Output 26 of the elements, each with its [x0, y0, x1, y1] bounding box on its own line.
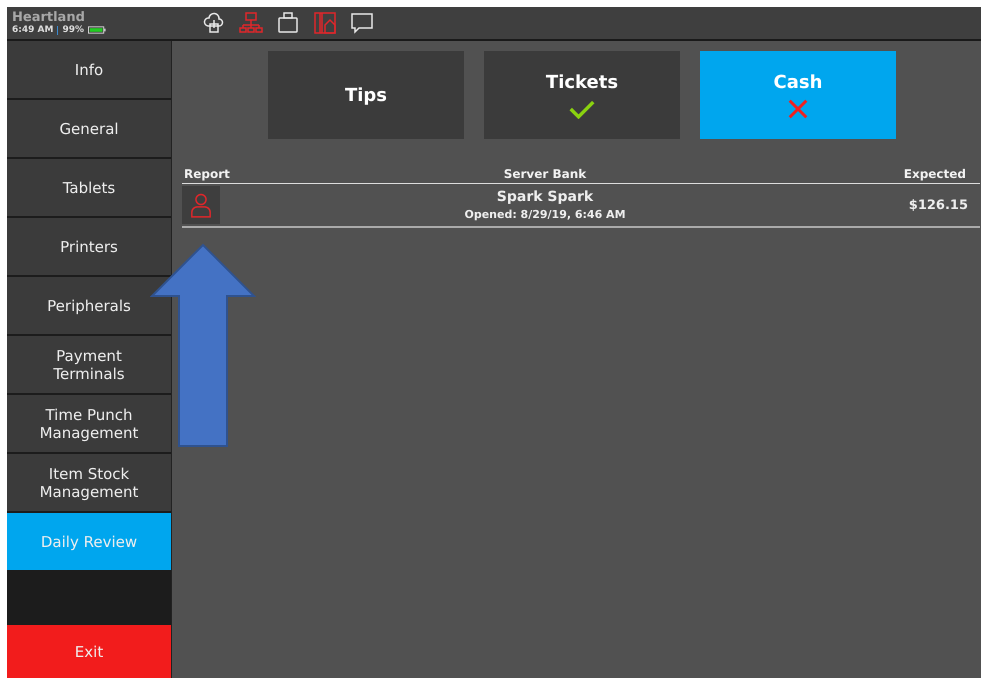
sidebar-item[interactable]: Peripherals	[7, 277, 171, 334]
server-name: Spark Spark	[496, 189, 594, 205]
tab[interactable]: Tips	[268, 51, 464, 139]
tab[interactable]: Tickets	[484, 51, 680, 139]
opened-date: Opened: 8/29/19, 6:46 AM	[464, 208, 626, 221]
sidebar-item[interactable]: General	[7, 100, 171, 157]
sidebar-item[interactable]: Printers	[7, 218, 171, 275]
checkmark-icon	[569, 98, 595, 118]
sidebar-item[interactable]: Item Stock Management	[7, 454, 171, 511]
exit-button[interactable]: Exit	[7, 625, 171, 678]
column-header: Report	[184, 167, 231, 181]
cloud-icon[interactable]	[202, 11, 226, 35]
person-icon	[190, 191, 212, 219]
clock-time: 6:49 AM	[12, 25, 54, 35]
column-header: Expected	[902, 167, 967, 181]
sidebar-item[interactable]: Tablets	[7, 159, 171, 216]
printer-icon[interactable]	[276, 11, 300, 35]
sidebar-item[interactable]: Info	[7, 41, 171, 98]
brand-name: Heartland	[12, 11, 86, 25]
battery-percent: 99%	[62, 25, 84, 35]
sidebar-item[interactable]: Payment Terminals	[7, 336, 171, 393]
battery-icon	[88, 26, 106, 34]
expected-amount: $126.15	[908, 198, 969, 212]
chat-icon[interactable]	[350, 11, 374, 35]
sidebar-item[interactable]: Time Punch Management	[7, 395, 171, 452]
column-header: Server Bank	[502, 167, 588, 181]
